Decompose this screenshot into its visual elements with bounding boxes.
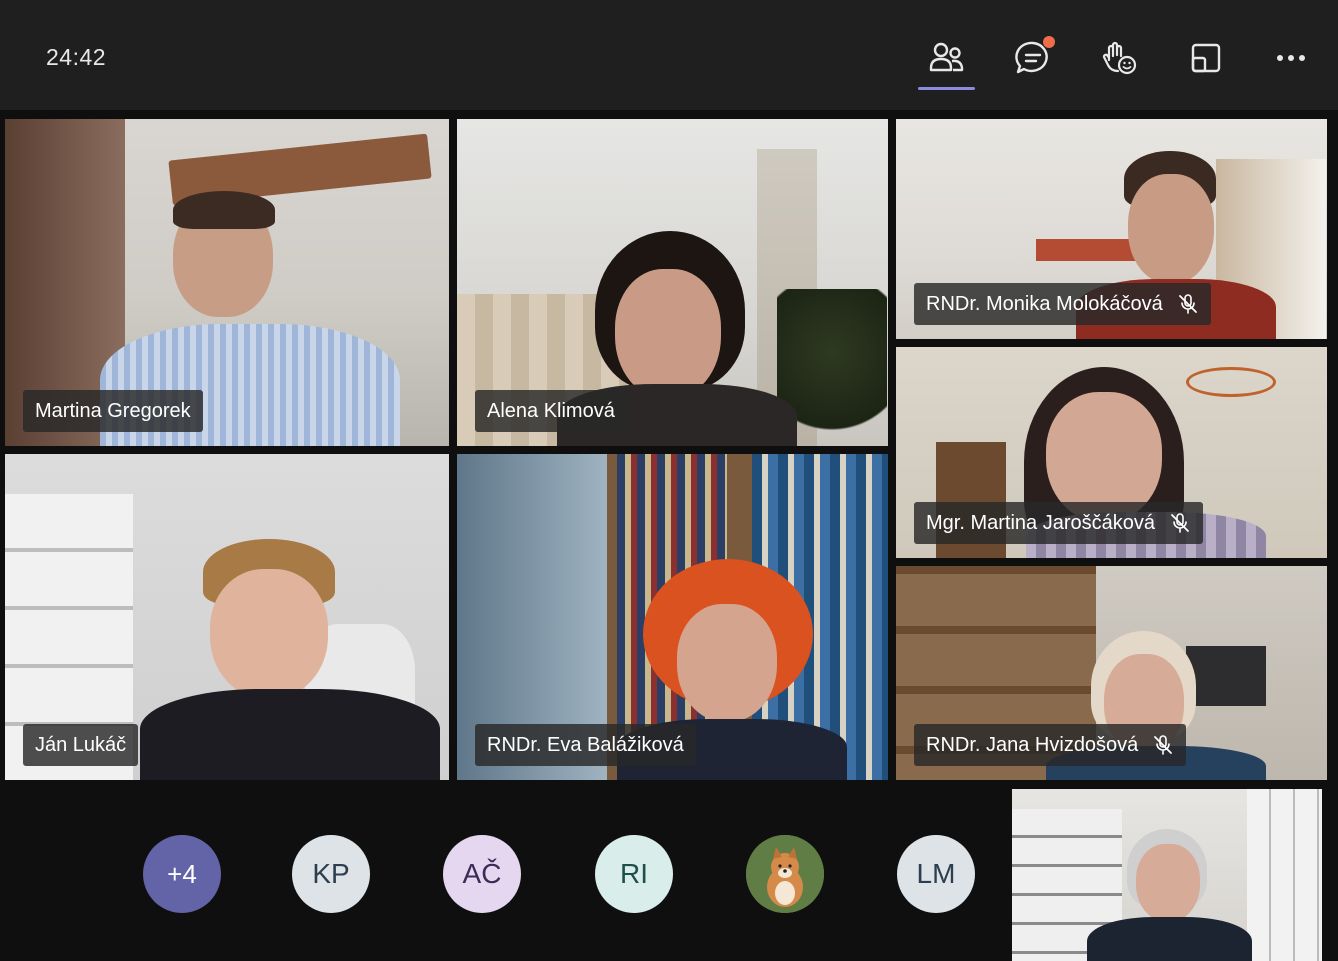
rooms-button[interactable]	[1177, 30, 1233, 86]
participant-name-tag: RNDr. Monika Molokáčová	[914, 283, 1211, 325]
participant-avatar[interactable]: AČ	[443, 835, 521, 913]
active-tab-indicator	[918, 87, 975, 90]
participants-button[interactable]	[918, 30, 974, 86]
participant-name-tag: RNDr. Eva Balážiková	[475, 724, 696, 766]
participant-body	[1087, 917, 1252, 961]
video-tile[interactable]: Martina Gregorek	[5, 119, 449, 446]
participant-name-tag: Ján Lukáč	[23, 724, 139, 766]
participant-face	[1128, 174, 1214, 284]
mic-muted-icon	[1171, 513, 1189, 533]
participant-hair	[173, 191, 275, 229]
video-tile[interactable]: RNDr. Monika Molokáčová	[896, 119, 1327, 339]
video-decor	[1247, 789, 1322, 961]
participant-name-tag: RNDr. Jana Hvizdošová	[914, 724, 1187, 766]
chat-button[interactable]	[1005, 30, 1061, 86]
participant-name: Alena Klimová	[487, 399, 615, 422]
participant-face	[677, 604, 777, 722]
raise-hand-icon	[1102, 41, 1137, 75]
more-options-button[interactable]	[1263, 30, 1319, 86]
people-icon	[929, 42, 964, 72]
participant-face	[210, 569, 328, 699]
reactions-button[interactable]	[1091, 30, 1147, 86]
video-tile[interactable]: Mgr. Martina Jaroščáková	[896, 347, 1327, 558]
participant-avatar-photo[interactable]	[746, 835, 824, 913]
mic-muted-icon	[1154, 735, 1173, 755]
video-decor	[1186, 646, 1266, 706]
self-view-tile[interactable]	[1012, 789, 1322, 961]
video-tile[interactable]: RNDr. Eva Balážiková	[457, 454, 888, 780]
participant-name: RNDr. Monika Molokáčová	[926, 292, 1163, 315]
chat-notification-dot	[1043, 36, 1055, 48]
participant-name-tag: Alena Klimová	[475, 390, 627, 432]
video-tile[interactable]: Alena Klimová	[457, 119, 888, 446]
participant-name: RNDr. Eva Balážiková	[487, 733, 684, 756]
participant-body	[140, 689, 440, 780]
ellipsis-icon	[1277, 55, 1305, 61]
participant-avatar[interactable]: LM	[897, 835, 975, 913]
video-decor	[1036, 239, 1136, 261]
dog-photo-icon	[746, 835, 824, 913]
participant-name-tag: Martina Gregorek	[23, 390, 203, 432]
participant-face	[615, 269, 721, 399]
participant-name: Martina Gregorek	[35, 399, 191, 422]
meeting-timer: 24:42	[46, 44, 107, 70]
breakout-rooms-icon	[1191, 43, 1221, 73]
more-participants-button[interactable]: +4	[143, 835, 221, 913]
participant-face	[1136, 844, 1200, 922]
participant-avatar[interactable]: RI	[595, 835, 673, 913]
participant-name: Ján Lukáč	[35, 733, 127, 756]
video-tile[interactable]: Ján Lukáč	[5, 454, 449, 780]
participant-name-tag: Mgr. Martina Jaroščáková	[914, 502, 1203, 544]
video-tile[interactable]: RNDr. Jana Hvizdošová	[896, 566, 1327, 780]
mic-muted-icon	[1178, 294, 1197, 314]
participant-name: Mgr. Martina Jaroščáková	[926, 511, 1155, 534]
video-decor	[1186, 367, 1276, 397]
participant-avatar[interactable]: KP	[292, 835, 370, 913]
participant-name: RNDr. Jana Hvizdošová	[926, 733, 1139, 756]
meeting-toolbar: 24:42	[0, 0, 1338, 110]
